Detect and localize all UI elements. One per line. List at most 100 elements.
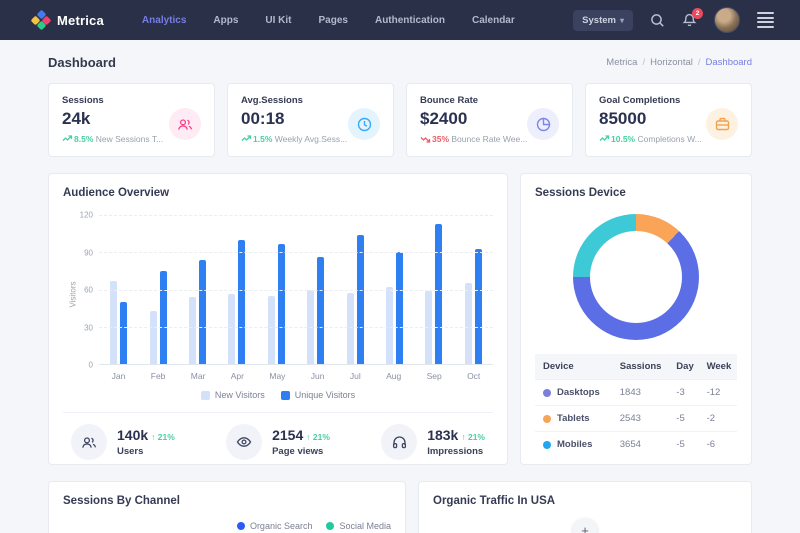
device-day-cell: -3 [668,380,698,405]
stat-title: Bounce Rate [420,95,559,106]
briefcase-icon [706,108,738,140]
mini-stat-delta: ↑ 21% [306,432,330,442]
chevron-down-icon: ▾ [620,16,624,25]
search-button[interactable] [650,13,665,28]
organic-traffic-title: Organic Traffic In USA [433,495,737,507]
device-table-header-cell: Day [668,354,698,379]
bar-new-visitors [110,281,117,364]
y-tick-label: 90 [84,248,93,257]
legend-item-organic-search[interactable]: Organic Search [237,521,313,531]
brand[interactable]: Metrica [32,11,104,29]
device-table-row: Tablets2543-5-2 [535,405,737,431]
notifications-button[interactable]: 2 [682,13,697,28]
bar-unique-visitors [278,244,285,364]
x-labels: JanFebMarAprMayJunJulAugSepOct [99,371,493,381]
x-tick-label: Jan [112,371,126,381]
device-week-cell: -2 [699,406,737,431]
nav-item-analytics[interactable]: Analytics [142,15,186,26]
x-tick-label: Sep [427,371,442,381]
y-tick-label: 0 [89,361,93,370]
navbar-right: System ▾ 2 [573,7,774,33]
device-table-header-cell: Sassions [612,354,669,379]
device-sassions-cell: 1843 [612,380,669,405]
device-table-row: Dasktops1843-3-12 [535,379,737,405]
bar-new-visitors [268,296,275,364]
bar-plot-area [99,215,493,365]
sessions-device-title: Sessions Device [535,187,737,199]
device-table-header-cell: Week [699,354,737,379]
nav-item-calendar[interactable]: Calendar [472,15,515,26]
metrica-logo-icon [32,11,50,29]
x-tick-label: Apr [231,371,244,381]
top-navbar: Metrica Analytics Apps UI Kit Pages Authenti… [0,0,800,40]
y-tick-label: 120 [80,211,93,220]
y-axis-label: Visitors [69,277,78,313]
device-day-cell: -5 [668,406,698,431]
device-dot [543,415,551,423]
audience-overview-title: Audience Overview [63,187,493,199]
headphones-icon [381,424,417,460]
device-table-header-cell: Device [535,354,612,379]
nav-item-authentication[interactable]: Authentication [375,15,445,26]
bar-new-visitors [228,294,235,364]
stat-card-avg-sessions: Avg.Sessions 00:18 1.5% Weekly Avg.Sess.… [227,83,394,157]
nav-item-apps[interactable]: Apps [213,15,238,26]
device-table-header: DeviceSassionsDayWeek [535,354,737,379]
mini-stat-value: 2154 [272,427,303,443]
breadcrumb-separator: / [642,57,645,68]
device-name-cell: Tablets [535,406,612,431]
x-tick-label: Aug [386,371,401,381]
channel-legend: Organic Search Social Media [63,521,391,531]
legend-item-unique-visitors[interactable]: Unique Visitors [281,390,355,400]
breadcrumb-item[interactable]: Horizontal [650,57,693,68]
organic-traffic-card: Organic Traffic In USA + [418,481,752,533]
bar-new-visitors [189,297,196,364]
breadcrumb: Metrica/Horizontal/Dashboard [606,57,752,68]
bar-unique-visitors [120,302,127,364]
bar-new-visitors [465,283,472,364]
device-week-cell: -12 [699,380,737,405]
breadcrumb-item[interactable]: Dashboard [706,57,752,68]
legend-item-social-media[interactable]: Social Media [326,521,391,531]
mini-stat-users: 140k↑ 21% Users [71,424,175,460]
mini-stat-label: Impressions [427,446,485,457]
bar-new-visitors [150,311,157,364]
audience-overview-card: Audience Overview Visitors 0306090120 Ja… [48,173,508,465]
legend-dot [326,522,334,530]
legend-label: New Visitors [215,390,265,400]
nav-menu: Analytics Apps UI Kit Pages Authentication Ca… [142,15,515,26]
nav-item-pages[interactable]: Pages [319,15,348,26]
bar-unique-visitors [475,249,482,364]
bar-new-visitors [386,287,393,364]
mini-stat-label: Users [117,446,175,457]
y-tick-label: 60 [84,286,93,295]
x-tick-label: Jun [311,371,325,381]
device-dot [543,441,551,449]
sessions-by-channel-card: Sessions By Channel Organic Search Social… [48,481,406,533]
bar-unique-visitors [238,240,245,364]
legend-item-new-visitors[interactable]: New Visitors [201,390,265,400]
x-tick-label: Mar [191,371,206,381]
system-dropdown-label: System [582,15,616,26]
system-dropdown[interactable]: System ▾ [573,10,633,31]
gridline [99,290,493,291]
nav-item-ui-kit[interactable]: UI Kit [265,15,291,26]
donut-hole [590,231,682,323]
mini-stat-impressions: 183k↑ 21% Impressions [381,424,485,460]
x-tick-label: Jul [350,371,361,381]
brand-name: Metrica [57,13,104,28]
sessions-by-channel-title: Sessions By Channel [63,495,391,507]
device-sassions-cell: 2543 [612,406,669,431]
stat-cards-row: Sessions 24k 8.5% New Sessions T... Avg.… [48,83,752,157]
stat-card-goal-completions: Goal Completions 85000 10.5% Completions… [585,83,752,157]
clock-icon [348,108,380,140]
menu-toggle-icon[interactable] [757,12,774,28]
bar-unique-visitors [396,252,403,364]
device-table-row: Mobiles3654-5-6 [535,431,737,457]
mini-stat-delta: ↑ 21% [151,432,175,442]
map-zoom-in-button[interactable]: + [573,518,598,533]
user-avatar[interactable] [714,7,740,33]
breadcrumb-item[interactable]: Metrica [606,57,637,68]
device-dot [543,389,551,397]
device-name-cell: Mobiles [535,432,612,457]
